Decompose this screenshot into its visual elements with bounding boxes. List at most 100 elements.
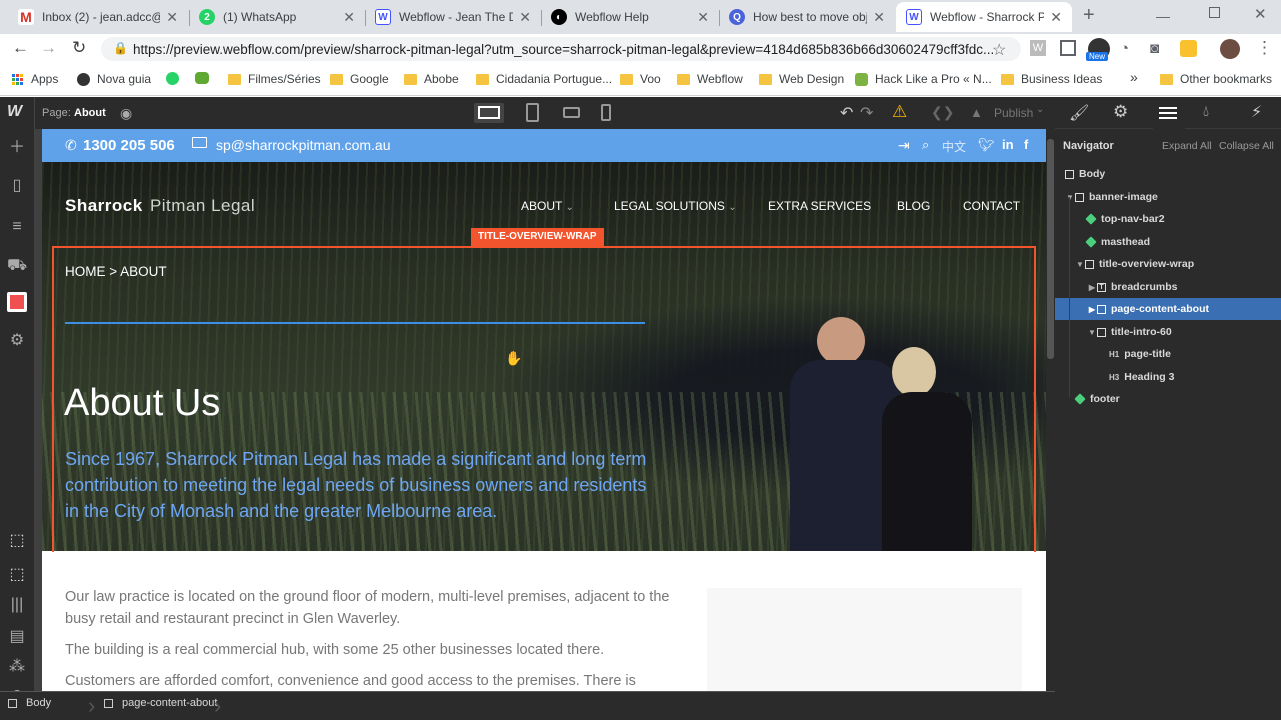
close-icon[interactable]: ✕ bbox=[166, 9, 178, 26]
camera-icon[interactable]: ◙ bbox=[1150, 40, 1159, 57]
close-icon[interactable]: ✕ bbox=[873, 9, 885, 26]
status-crumb-body[interactable]: Body bbox=[8, 697, 51, 709]
menu-kebab-icon[interactable]: ⋮ bbox=[1256, 38, 1273, 58]
new-tab-button[interactable]: + bbox=[1083, 4, 1095, 27]
redo-icon[interactable]: ↷ bbox=[860, 103, 873, 123]
email-link[interactable]: sp@sharrockpitman.com.au bbox=[216, 137, 391, 153]
bookmarks-overflow-button[interactable]: » bbox=[1130, 69, 1138, 85]
navigator-item-masthead[interactable]: masthead bbox=[1055, 231, 1281, 253]
close-icon[interactable]: ✕ bbox=[343, 9, 355, 26]
breakpoint-desktop-button[interactable] bbox=[474, 103, 504, 123]
caret-down-icon[interactable]: ▼ bbox=[1087, 328, 1097, 337]
add-panel-icon[interactable]: ＋ bbox=[7, 138, 27, 158]
nav-legal-solutions[interactable]: LEGAL SOLUTIONS ⌄ bbox=[614, 199, 737, 213]
tab-whatsapp[interactable]: 2 (1) WhatsApp ✕ bbox=[189, 2, 365, 32]
navigator-item-heading-3[interactable]: H3 Heading 3 bbox=[1055, 366, 1281, 388]
minimize-icon[interactable]: — bbox=[1156, 8, 1170, 24]
ecommerce-icon[interactable]: ⛟ bbox=[7, 256, 27, 276]
navigator-item-breadcrumbs[interactable]: ▶ Tbreadcrumbs bbox=[1055, 276, 1281, 298]
navigator-item-footer[interactable]: footer bbox=[1055, 388, 1281, 410]
status-crumb-page-content-about[interactable]: page-content-about bbox=[104, 697, 217, 709]
nav-about[interactable]: ABOUT ⌄ bbox=[521, 199, 574, 213]
assets-icon[interactable] bbox=[7, 292, 27, 312]
bookmark-google[interactable]: Google bbox=[330, 72, 389, 86]
bookmark-web-design[interactable]: Web Design bbox=[759, 72, 844, 86]
navigator-item-title-overview-wrap[interactable]: ▼ title-overview-wrap bbox=[1055, 253, 1281, 275]
nav-contact[interactable]: CONTACT bbox=[963, 199, 1020, 213]
publish-button[interactable]: Publish bbox=[994, 106, 1033, 120]
twitter-icon[interactable]: 🐦︎ bbox=[978, 137, 995, 153]
selection-box-icon[interactable]: ⬚ bbox=[7, 565, 27, 585]
tab-webflow-help[interactable]: ◐ Webflow Help ✕ bbox=[541, 2, 719, 32]
preview-eye-icon[interactable]: ◉ bbox=[120, 105, 132, 122]
profile-avatar[interactable] bbox=[1220, 39, 1240, 59]
nav-extra-services[interactable]: EXTRA SERVICES bbox=[768, 199, 871, 213]
canvas-scrollbar[interactable] bbox=[1046, 129, 1055, 691]
bookmark-cidadania[interactable]: Cidadania Portugue... bbox=[476, 72, 612, 86]
audit-icon[interactable]: ⁂ bbox=[7, 657, 27, 677]
page-selector[interactable]: About bbox=[74, 107, 106, 119]
navigator-item-title-intro-60[interactable]: ▼ title-intro-60 bbox=[1055, 321, 1281, 343]
canvas-site-preview[interactable]: ✆ 1300 205 506 sp@sharrockpitman.com.au … bbox=[42, 129, 1046, 691]
navigator-item-body[interactable]: Body bbox=[1055, 163, 1281, 185]
login-icon[interactable]: ⇥ bbox=[898, 137, 910, 154]
bookmark-filmes[interactable]: Filmes/Séries bbox=[228, 72, 321, 86]
settings-gear-icon[interactable]: ⚙ bbox=[7, 331, 27, 351]
close-icon[interactable]: ✕ bbox=[519, 9, 531, 26]
bookmark-business-ideas[interactable]: Business Ideas bbox=[1001, 72, 1102, 86]
warning-icon[interactable]: ⚠ bbox=[892, 102, 907, 122]
navigator-item-page-content-about[interactable]: ▶ page-content-about bbox=[1055, 298, 1281, 320]
tablet-icon[interactable] bbox=[526, 103, 539, 122]
bookmark-other[interactable]: Other bookmarks bbox=[1160, 72, 1272, 86]
drops-icon[interactable]: 💧︎ bbox=[1203, 103, 1209, 120]
code-icon[interactable]: ❮❯ bbox=[931, 104, 954, 121]
tab-gmail[interactable]: M Inbox (2) - jean.adcc@gmail.com ✕ bbox=[8, 2, 188, 32]
tab-webflow-sharrock[interactable]: W Webflow - Sharrock Pitman Legal ✕ bbox=[896, 2, 1072, 32]
gear-icon[interactable]: ⚙ bbox=[1113, 102, 1128, 122]
close-window-icon[interactable]: ✕ bbox=[1254, 5, 1267, 23]
caret-down-icon[interactable]: ▼ bbox=[1075, 260, 1085, 269]
mobile-portrait-icon[interactable] bbox=[601, 104, 611, 121]
bookmark-apps[interactable]: Apps bbox=[12, 72, 58, 86]
caret-down-icon[interactable]: ▼ bbox=[1065, 193, 1075, 202]
brush-icon[interactable]: 🖌︎ bbox=[1069, 103, 1089, 123]
search-icon[interactable]: ⌕ bbox=[922, 137, 929, 153]
tab-forum[interactable]: Q How best to move objects ✕ bbox=[719, 2, 895, 32]
facebook-icon[interactable]: f bbox=[1024, 137, 1028, 152]
select-element-icon[interactable]: ⬚ bbox=[7, 531, 27, 551]
bookmark-abobe[interactable]: Abobe bbox=[404, 72, 459, 86]
extension-yellow-icon[interactable] bbox=[1180, 40, 1197, 57]
back-arrow-icon[interactable]: ← bbox=[12, 38, 29, 58]
site-logo[interactable]: Sharrock Pitman Legal bbox=[65, 196, 255, 216]
caret-right-icon[interactable]: ▶ bbox=[1087, 305, 1097, 314]
layout-icon[interactable]: ▤ bbox=[7, 627, 27, 647]
bookmark-frog[interactable] bbox=[195, 72, 209, 84]
bookmark-whatsapp[interactable] bbox=[166, 72, 179, 85]
extension-w-icon[interactable]: W bbox=[1030, 40, 1046, 56]
barcode-icon[interactable]: ||| bbox=[7, 595, 27, 615]
close-icon[interactable]: ✕ bbox=[697, 9, 709, 26]
mobile-landscape-icon[interactable] bbox=[563, 107, 580, 118]
forward-arrow-icon[interactable]: → bbox=[40, 38, 57, 58]
bookmark-hack-like-a-pro[interactable]: Hack Like a Pro « N... bbox=[855, 72, 992, 86]
address-bar[interactable]: 🔒 https://preview.webflow.com/preview/sh… bbox=[101, 37, 1021, 61]
expand-all-button[interactable]: Expand All bbox=[1162, 140, 1212, 152]
page-title[interactable]: About Us bbox=[64, 382, 220, 425]
navigator-tab[interactable] bbox=[1153, 97, 1185, 129]
tab-webflow-jean[interactable]: W Webflow - Jean The Designer ✕ bbox=[365, 2, 541, 32]
lightning-icon[interactable]: ⚡︎ bbox=[1251, 102, 1262, 122]
language-link[interactable]: 中文 bbox=[942, 138, 966, 155]
breadcrumbs[interactable]: HOME > ABOUT bbox=[65, 264, 167, 279]
bookmark-nova-guia[interactable]: Nova guia bbox=[77, 72, 151, 86]
navigator-item-banner-image[interactable]: ▼ banner-image bbox=[1055, 186, 1281, 208]
cms-icon[interactable]: ≡ bbox=[7, 217, 27, 237]
screenshot-icon[interactable] bbox=[1060, 40, 1076, 56]
extension-c-icon[interactable]: ◔ bbox=[1120, 40, 1129, 57]
bookmark-webflow[interactable]: Webflow bbox=[677, 72, 743, 86]
star-icon[interactable]: ☆ bbox=[992, 40, 1006, 60]
navigator-item-top-nav-bar2[interactable]: top-nav-bar2 bbox=[1055, 208, 1281, 230]
caret-right-icon[interactable]: ▶ bbox=[1087, 283, 1097, 292]
maximize-icon[interactable] bbox=[1209, 7, 1220, 18]
reload-icon[interactable]: ↻ bbox=[72, 38, 86, 58]
webflow-logo-icon[interactable]: W bbox=[7, 103, 22, 121]
